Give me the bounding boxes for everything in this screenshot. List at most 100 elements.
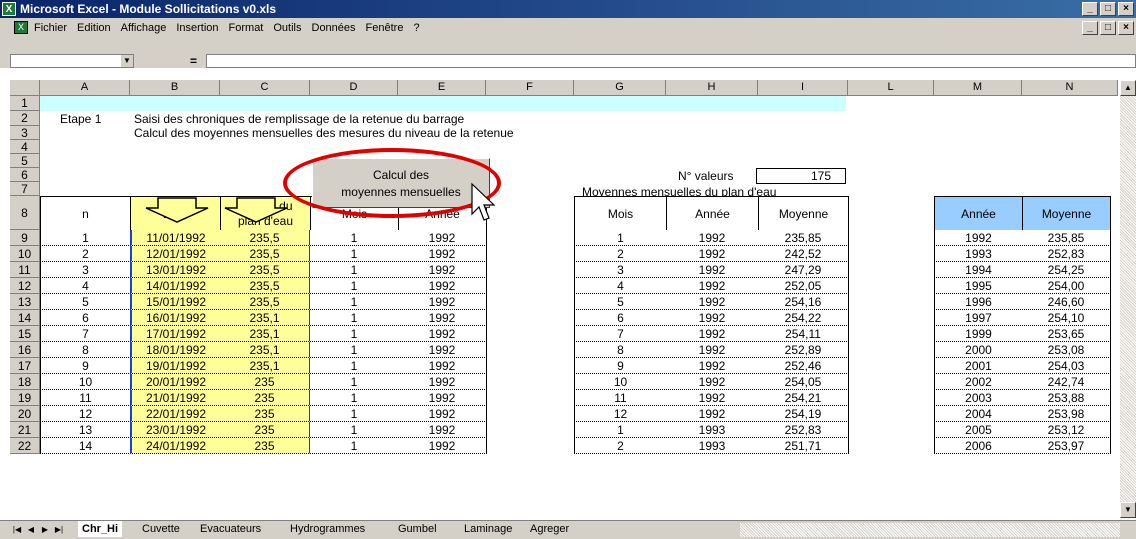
- table2-cell[interactable]: 254,11: [758, 326, 849, 342]
- row-header-4[interactable]: 4: [10, 140, 40, 154]
- table1-cell[interactable]: 235,5: [220, 294, 311, 310]
- column-header-E[interactable]: E: [398, 80, 486, 96]
- name-box[interactable]: ▼: [10, 54, 134, 68]
- table1-cell[interactable]: 1: [310, 406, 399, 422]
- table3-cell[interactable]: 242,74: [1022, 374, 1111, 390]
- column-header-A[interactable]: A: [40, 80, 130, 96]
- worksheet-grid[interactable]: A B C D E F G H I L M N 1 2 3 4 5 6 7 8 9 10 11 12 13 14 15 16 17 18 1…: [0, 68, 1136, 520]
- table1-cell[interactable]: 19/01/1992: [130, 358, 221, 374]
- row-header-9[interactable]: 9: [10, 230, 40, 246]
- table3-cell[interactable]: 253,65: [1022, 326, 1111, 342]
- table1-cell[interactable]: 235: [220, 422, 311, 438]
- table3-cell[interactable]: 2004: [934, 406, 1023, 422]
- row-header-22[interactable]: 22: [10, 438, 40, 454]
- table1-cell[interactable]: 235,5: [220, 262, 311, 278]
- table2-cell[interactable]: 2: [574, 438, 667, 454]
- table3-cell[interactable]: 1999: [934, 326, 1023, 342]
- table2-cell[interactable]: 1992: [666, 406, 759, 422]
- first-sheet-icon[interactable]: |◀: [10, 523, 24, 536]
- row-header-20[interactable]: 20: [10, 406, 40, 422]
- sheet-tab-3[interactable]: Hydrogrammes: [290, 521, 365, 537]
- row-header-17[interactable]: 17: [10, 358, 40, 374]
- menu-0[interactable]: Fichier: [34, 22, 67, 34]
- table3-cell[interactable]: 2002: [934, 374, 1023, 390]
- table1-cell[interactable]: 235: [220, 406, 311, 422]
- sheet-tab-1[interactable]: Cuvette: [142, 521, 180, 537]
- table2-cell[interactable]: 1992: [666, 310, 759, 326]
- table3-cell[interactable]: 2005: [934, 422, 1023, 438]
- table1-cell[interactable]: 24/01/1992: [130, 438, 221, 454]
- table2-cell[interactable]: 1993: [666, 422, 759, 438]
- table1-cell[interactable]: 20/01/1992: [130, 374, 221, 390]
- table3-cell[interactable]: 1992: [934, 230, 1023, 246]
- table3-cell[interactable]: 2001: [934, 358, 1023, 374]
- table1-cell[interactable]: 21/01/1992: [130, 390, 221, 406]
- table1-cell[interactable]: 1: [310, 230, 399, 246]
- table2-cell[interactable]: 254,16: [758, 294, 849, 310]
- table3-cell[interactable]: 2000: [934, 342, 1023, 358]
- table1-cell[interactable]: 235,5: [220, 230, 311, 246]
- row-header-21[interactable]: 21: [10, 422, 40, 438]
- table1-cell[interactable]: 235,5: [220, 278, 311, 294]
- table1-cell[interactable]: 1992: [398, 374, 487, 390]
- document-icon[interactable]: X: [14, 21, 28, 34]
- column-header-M[interactable]: M: [934, 80, 1022, 96]
- table1-cell[interactable]: 23/01/1992: [130, 422, 221, 438]
- row-header-6[interactable]: 6: [10, 168, 40, 182]
- row-header-1[interactable]: 1: [10, 96, 40, 111]
- row-header-13[interactable]: 13: [10, 294, 40, 310]
- table2-cell[interactable]: 2: [574, 246, 667, 262]
- scroll-down-icon[interactable]: ▼: [1120, 502, 1136, 518]
- row-header-19[interactable]: 19: [10, 390, 40, 406]
- table1-cell[interactable]: 1992: [398, 390, 487, 406]
- table2-cell[interactable]: 254,21: [758, 390, 849, 406]
- sheet-tab-2[interactable]: Evacuateurs: [200, 521, 261, 537]
- table2-cell[interactable]: 3: [574, 262, 667, 278]
- menu-6[interactable]: Données: [312, 22, 356, 34]
- table3-cell[interactable]: 1996: [934, 294, 1023, 310]
- menu-4[interactable]: Format: [229, 22, 264, 34]
- menu-3[interactable]: Insertion: [176, 22, 218, 34]
- table2-cell[interactable]: 1992: [666, 390, 759, 406]
- table1-cell[interactable]: 1: [310, 326, 399, 342]
- doc-minimize-button[interactable]: _: [1082, 21, 1098, 35]
- sheet-tab-0[interactable]: Chr_Hi: [78, 521, 123, 537]
- table2-cell[interactable]: 12: [574, 406, 667, 422]
- table3-cell[interactable]: 1993: [934, 246, 1023, 262]
- horizontal-scrollbar[interactable]: [740, 523, 1120, 537]
- table1-cell[interactable]: 1: [310, 358, 399, 374]
- table2-cell[interactable]: 1992: [666, 374, 759, 390]
- table3-cell[interactable]: 235,85: [1022, 230, 1111, 246]
- table1-cell[interactable]: 1992: [398, 406, 487, 422]
- row-header-5[interactable]: 5: [10, 154, 40, 168]
- scroll-up-icon[interactable]: ▲: [1120, 80, 1136, 96]
- calcul-moyennes-button[interactable]: Calcul des moyennes mensuelles: [312, 158, 490, 208]
- table2-cell[interactable]: 251,71: [758, 438, 849, 454]
- menu-5[interactable]: Outils: [273, 22, 301, 34]
- doc-close-button[interactable]: ×: [1118, 21, 1134, 35]
- table1-cell[interactable]: 1992: [398, 358, 487, 374]
- table1-cell[interactable]: 1992: [398, 310, 487, 326]
- table1-cell[interactable]: 235: [220, 390, 311, 406]
- table2-cell[interactable]: 7: [574, 326, 667, 342]
- table1-cell[interactable]: 1992: [398, 438, 487, 454]
- table3-cell[interactable]: 1995: [934, 278, 1023, 294]
- table2-cell[interactable]: 1: [574, 230, 667, 246]
- table1-cell[interactable]: 1992: [398, 294, 487, 310]
- row-header-16[interactable]: 16: [10, 342, 40, 358]
- column-header-F[interactable]: F: [486, 80, 574, 96]
- table2-cell[interactable]: 247,29: [758, 262, 849, 278]
- table2-cell[interactable]: 252,83: [758, 422, 849, 438]
- table1-cell[interactable]: 1: [310, 262, 399, 278]
- row-header-12[interactable]: 12: [10, 278, 40, 294]
- table2-cell[interactable]: 254,19: [758, 406, 849, 422]
- column-header-N[interactable]: N: [1022, 80, 1118, 96]
- column-header-I[interactable]: I: [758, 80, 848, 96]
- sheet-tab-6[interactable]: Agreger: [530, 521, 569, 537]
- row-header-11[interactable]: 11: [10, 262, 40, 278]
- table1-cell[interactable]: 11/01/1992: [130, 230, 221, 246]
- column-header-G[interactable]: G: [574, 80, 666, 96]
- table1-cell[interactable]: 1: [310, 310, 399, 326]
- table2-cell[interactable]: 1992: [666, 326, 759, 342]
- menu-7[interactable]: Fenêtre: [366, 22, 404, 34]
